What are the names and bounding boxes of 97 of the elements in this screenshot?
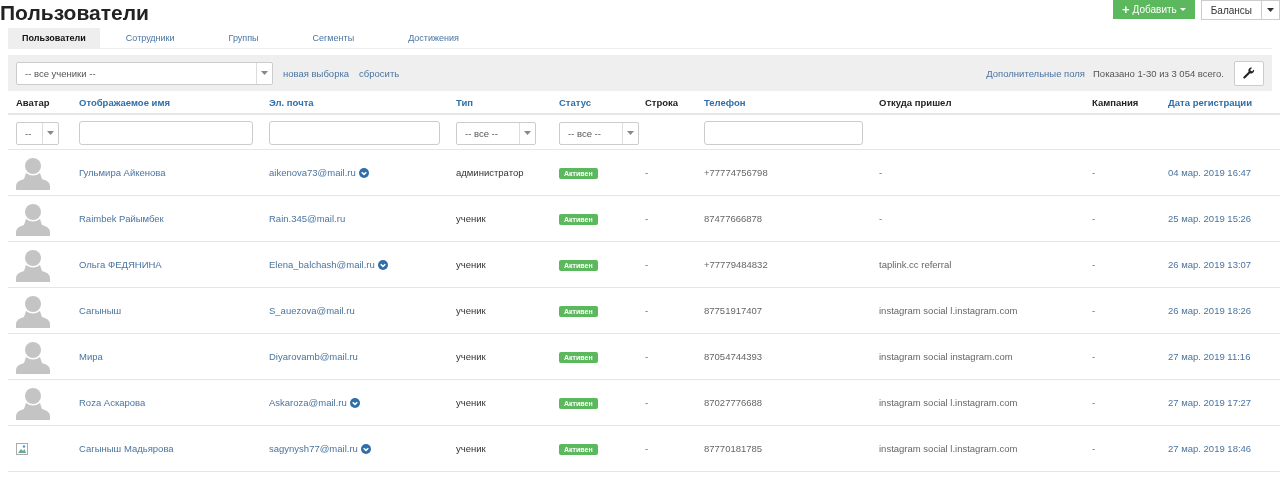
table-cell: 87027776688 xyxy=(704,397,763,408)
avatar-silhouette-icon xyxy=(16,339,50,374)
user-type: ученик xyxy=(456,351,486,362)
table-cell: 87751917407 xyxy=(704,305,763,316)
caret-icon xyxy=(47,131,54,135)
user-type: ученик xyxy=(456,305,486,316)
table-cell: instagram social l.instagram.com xyxy=(879,397,1018,408)
table-cell: +77774756798 xyxy=(704,167,768,178)
selection-dropdown[interactable]: -- все ученики -- xyxy=(16,61,273,85)
user-name-link[interactable]: Raimbek Райымбек xyxy=(79,213,164,224)
column-header: Откуда пришел xyxy=(871,91,1084,114)
page-title: Пользователи xyxy=(0,0,149,26)
table-cell: - xyxy=(1092,259,1096,270)
email-link[interactable]: aikenova73@mail.ru xyxy=(269,167,356,178)
column-header: Аватар xyxy=(8,91,71,114)
table-cell: - xyxy=(645,305,649,316)
table-cell: - xyxy=(645,167,649,178)
table-cell: 87054744393 xyxy=(704,351,763,362)
sortable-column-header[interactable]: Дата регистрации xyxy=(1160,91,1280,114)
registration-date-link[interactable]: 26 мар. 2019 18:26 xyxy=(1168,305,1252,316)
registration-date-link[interactable]: 26 мар. 2019 13:07 xyxy=(1168,259,1252,270)
table-cell: - xyxy=(1092,351,1096,362)
caret-icon xyxy=(627,131,634,135)
registration-date-link[interactable]: 27 мар. 2019 11:16 xyxy=(1168,351,1251,362)
table-cell: 87477666878 xyxy=(704,213,763,224)
table-cell: instagram social instagram.com xyxy=(879,351,1013,362)
user-name-link[interactable]: Гульмира Айкенова xyxy=(79,167,166,178)
email-link[interactable]: S_auezova@mail.ru xyxy=(269,305,355,316)
user-name-link[interactable]: Ольга ФЕДЯНИНА xyxy=(79,259,162,270)
table-cell: - xyxy=(1092,213,1096,224)
avatar-silhouette-icon xyxy=(16,201,50,236)
tab[interactable]: Сегменты xyxy=(298,28,369,48)
table-cell: 87770181785 xyxy=(704,443,763,454)
filter-dropdown[interactable]: -- все -- xyxy=(559,121,639,145)
table-cell: - xyxy=(879,167,883,178)
table-cell: - xyxy=(1092,397,1096,408)
email-link[interactable]: Askaroza@mail.ru xyxy=(269,397,347,408)
tab[interactable]: Пользователи xyxy=(8,28,100,48)
column-header: Кампания xyxy=(1084,91,1160,114)
user-type: ученик xyxy=(456,443,486,454)
user-type: администратор xyxy=(456,167,524,178)
sortable-column-header[interactable]: Статус xyxy=(551,91,637,114)
table-cell: - xyxy=(645,397,649,408)
user-name-link[interactable]: Сагыныш xyxy=(79,305,122,316)
sortable-column-header[interactable]: Тип xyxy=(448,91,551,114)
table-cell: +77779484832 xyxy=(704,259,768,270)
table-cell: - xyxy=(645,259,649,270)
table-cell: - xyxy=(645,213,649,224)
email-link[interactable]: sagynysh77@mail.ru xyxy=(269,443,358,454)
results-summary: Показано 1-30 из 3 054 всего. xyxy=(1093,67,1224,79)
registration-date-link[interactable]: 27 мар. 2019 17:27 xyxy=(1168,397,1252,408)
sortable-column-header[interactable]: Отображаемое имя xyxy=(71,91,261,114)
table-cell: taplink.cc referral xyxy=(879,259,952,270)
table-cell: - xyxy=(1092,443,1096,454)
settings-button[interactable] xyxy=(1234,60,1264,86)
registration-date-link[interactable]: 27 мар. 2019 18:46 xyxy=(1168,443,1252,454)
table-cell: - xyxy=(645,351,649,362)
toolbar-link[interactable]: новая выборка xyxy=(283,67,350,79)
user-name-link[interactable]: Roza Аскарова xyxy=(79,397,146,408)
registration-date-link[interactable]: 04 мар. 2019 16:47 xyxy=(1168,167,1252,178)
caret-icon xyxy=(261,71,268,75)
wrench-icon xyxy=(1243,67,1255,79)
tab[interactable]: Сотрудники xyxy=(111,28,189,48)
user-type: ученик xyxy=(456,259,486,270)
table-cell: - xyxy=(645,443,649,454)
sortable-column-header[interactable]: Эл. почта xyxy=(261,91,448,114)
filter-dropdown[interactable]: -- все -- xyxy=(456,121,536,145)
avatar-silhouette-icon xyxy=(16,155,50,190)
table-cell: - xyxy=(879,213,883,224)
avatar-silhouette-icon xyxy=(16,385,50,420)
table-cell: - xyxy=(1092,305,1096,316)
avatar-silhouette-icon xyxy=(16,293,50,328)
table-cell: instagram social l.instagram.com xyxy=(879,443,1018,454)
broken-image-icon xyxy=(16,442,28,455)
email-link[interactable]: Elena_balchash@mail.ru xyxy=(269,259,375,270)
tab[interactable]: Достижения xyxy=(394,28,473,48)
tab[interactable]: Группы xyxy=(214,28,273,48)
user-type: ученик xyxy=(456,397,486,408)
column-header: Строка xyxy=(637,91,696,114)
filter-input[interactable] xyxy=(79,121,253,145)
filter-input[interactable] xyxy=(704,121,863,145)
avatar-silhouette-icon xyxy=(16,247,50,282)
filter-input[interactable] xyxy=(269,121,440,145)
table-cell: - xyxy=(1092,167,1096,178)
email-link[interactable]: Diyarovamb@mail.ru xyxy=(269,351,358,362)
extra-fields-link[interactable]: Дополнительные поля xyxy=(986,67,1085,79)
email-link[interactable]: Rain.345@mail.ru xyxy=(269,213,346,224)
user-name-link[interactable]: Мира xyxy=(79,351,103,362)
table-cell: instagram social l.instagram.com xyxy=(879,305,1018,316)
user-name-link[interactable]: Сагыныш Мадьярова xyxy=(79,443,174,454)
filter-dropdown[interactable]: -- xyxy=(16,121,59,145)
caret-icon xyxy=(524,131,531,135)
toolbar-link[interactable]: сбросить xyxy=(359,67,400,79)
registration-date-link[interactable]: 25 мар. 2019 15:26 xyxy=(1168,213,1252,224)
user-type: ученик xyxy=(456,213,486,224)
caret-icon xyxy=(1267,8,1274,12)
sortable-column-header[interactable]: Телефон xyxy=(696,91,871,114)
